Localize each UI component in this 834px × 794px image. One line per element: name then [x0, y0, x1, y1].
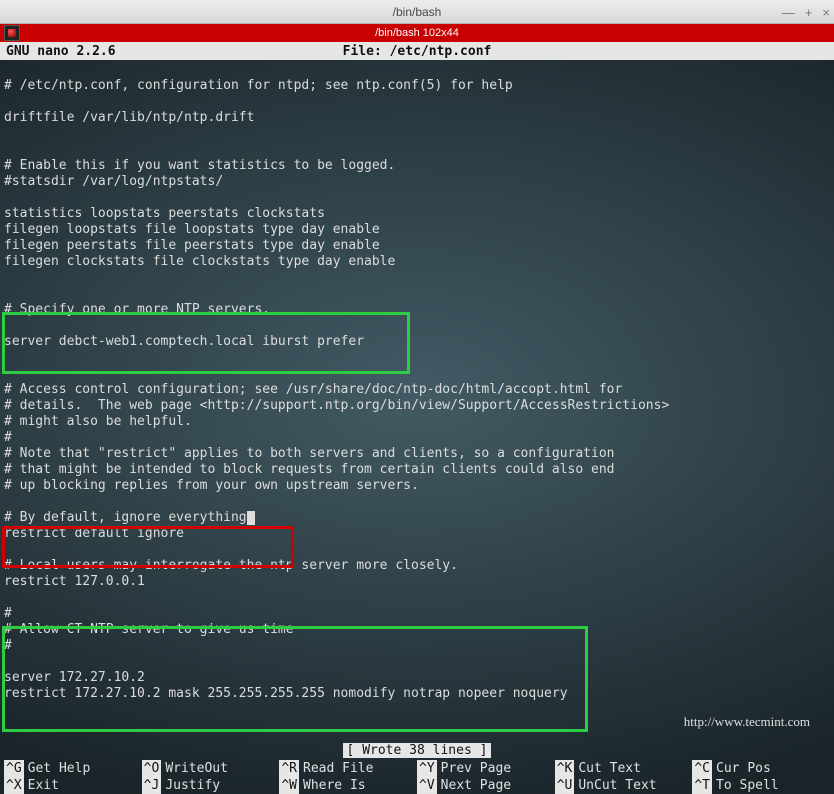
- shortcut-read-file[interactable]: ^R Read File: [279, 760, 417, 777]
- file-line[interactable]: [4, 126, 830, 142]
- shortcut-key: ^J: [142, 777, 162, 794]
- terminal-body[interactable]: # /etc/ntp.conf, configuration for ntpd;…: [0, 60, 834, 794]
- shortcut-key: ^U: [555, 777, 575, 794]
- shortcut-key: ^W: [279, 777, 299, 794]
- shortcut-writeout[interactable]: ^O WriteOut: [142, 760, 280, 777]
- nano-header: GNU nano 2.2.6 File: /etc/ntp.conf: [0, 42, 834, 60]
- file-line[interactable]: # that might be intended to block reques…: [4, 462, 830, 478]
- shortcut-label: Next Page: [441, 777, 511, 794]
- file-line[interactable]: # up blocking replies from your own upst…: [4, 478, 830, 494]
- shortcut-key: ^Y: [417, 760, 437, 777]
- nano-status-bar: [ Wrote 38 lines ]: [0, 743, 834, 758]
- maximize-button[interactable]: +: [805, 5, 813, 20]
- terminal-window: /bin/bash — + × /bin/bash 102x44 GNU nan…: [0, 0, 834, 794]
- shortcut-label: Exit: [28, 777, 59, 794]
- file-line[interactable]: server 172.27.10.2: [4, 670, 830, 686]
- minimize-button[interactable]: —: [782, 5, 795, 20]
- shortcut-cut-text[interactable]: ^K Cut Text: [555, 760, 693, 777]
- shortcut-row-1: ^G Get Help^O WriteOut^R Read File^Y Pre…: [4, 760, 830, 777]
- file-line[interactable]: # By default, ignore everything: [4, 510, 830, 526]
- file-line[interactable]: #: [4, 606, 830, 622]
- file-line[interactable]: # Local users may interrogate the ntp se…: [4, 558, 830, 574]
- file-line[interactable]: [4, 62, 830, 78]
- shortcut-key: ^T: [692, 777, 712, 794]
- shortcut-uncut-text[interactable]: ^U UnCut Text: [555, 777, 693, 794]
- file-line[interactable]: # details. The web page <http://support.…: [4, 398, 830, 414]
- shortcut-where-is[interactable]: ^W Where Is: [279, 777, 417, 794]
- shortcut-exit[interactable]: ^X Exit: [4, 777, 142, 794]
- shortcut-key: ^V: [417, 777, 437, 794]
- file-line[interactable]: filegen peerstats file peerstats type da…: [4, 238, 830, 254]
- nano-file-label: File: /etc/ntp.conf: [343, 44, 492, 59]
- shortcut-key: ^O: [142, 760, 162, 777]
- shortcut-row-2: ^X Exit^J Justify^W Where Is^V Next Page…: [4, 777, 830, 794]
- file-line[interactable]: server debct-web1.comptech.local iburst …: [4, 334, 830, 350]
- shortcut-label: To Spell: [716, 777, 779, 794]
- file-line[interactable]: restrict default ignore: [4, 526, 830, 542]
- file-line[interactable]: [4, 542, 830, 558]
- file-line[interactable]: [4, 286, 830, 302]
- shortcut-label: WriteOut: [165, 760, 228, 777]
- file-line[interactable]: [4, 494, 830, 510]
- file-line[interactable]: [4, 366, 830, 382]
- shortcut-label: Where Is: [303, 777, 366, 794]
- terminal-icon: [4, 25, 20, 41]
- file-line[interactable]: # Specify one or more NTP servers.: [4, 302, 830, 318]
- close-button[interactable]: ×: [822, 5, 830, 20]
- shortcut-label: Justify: [165, 777, 220, 794]
- file-line[interactable]: [4, 142, 830, 158]
- file-line[interactable]: # Note that "restrict" applies to both s…: [4, 446, 830, 462]
- file-line[interactable]: [4, 350, 830, 366]
- file-line[interactable]: #: [4, 430, 830, 446]
- file-line[interactable]: [4, 654, 830, 670]
- file-line[interactable]: [4, 190, 830, 206]
- file-line[interactable]: # Access control configuration; see /usr…: [4, 382, 830, 398]
- file-line[interactable]: restrict 172.27.10.2 mask 255.255.255.25…: [4, 686, 830, 702]
- file-line[interactable]: [4, 318, 830, 334]
- file-line[interactable]: restrict 127.0.0.1: [4, 574, 830, 590]
- watermark-tecmint: http://www.tecmint.com: [684, 714, 810, 730]
- shortcut-label: Get Help: [28, 760, 91, 777]
- file-line[interactable]: filegen loopstats file loopstats type da…: [4, 222, 830, 238]
- file-line[interactable]: [4, 270, 830, 286]
- shortcut-key: ^K: [555, 760, 575, 777]
- shortcut-get-help[interactable]: ^G Get Help: [4, 760, 142, 777]
- editor-content[interactable]: # /etc/ntp.conf, configuration for ntpd;…: [0, 60, 834, 704]
- file-line[interactable]: filegen clockstats file clockstats type …: [4, 254, 830, 270]
- shortcut-label: UnCut Text: [578, 777, 656, 794]
- shortcut-next-page[interactable]: ^V Next Page: [417, 777, 555, 794]
- shortcut-label: Cut Text: [578, 760, 641, 777]
- shortcut-label: Prev Page: [441, 760, 511, 777]
- file-line[interactable]: # might also be helpful.: [4, 414, 830, 430]
- nano-shortcut-bar: ^G Get Help^O WriteOut^R Read File^Y Pre…: [0, 760, 834, 794]
- file-line[interactable]: [4, 94, 830, 110]
- shortcut-justify[interactable]: ^J Justify: [142, 777, 280, 794]
- nano-version: GNU nano 2.2.6: [6, 44, 116, 59]
- file-line[interactable]: # /etc/ntp.conf, configuration for ntpd;…: [4, 78, 830, 94]
- nano-status-text: [ Wrote 38 lines ]: [343, 743, 492, 758]
- shortcut-prev-page[interactable]: ^Y Prev Page: [417, 760, 555, 777]
- shortcut-label: Read File: [303, 760, 373, 777]
- tab-title[interactable]: /bin/bash 102x44: [375, 27, 459, 39]
- shortcut-to-spell[interactable]: ^T To Spell: [692, 777, 830, 794]
- shortcut-label: Cur Pos: [716, 760, 771, 777]
- file-line[interactable]: #statsdir /var/log/ntpstats/: [4, 174, 830, 190]
- shortcut-cur-pos[interactable]: ^C Cur Pos: [692, 760, 830, 777]
- file-line[interactable]: # Enable this if you want statistics to …: [4, 158, 830, 174]
- file-line[interactable]: [4, 590, 830, 606]
- text-cursor: [247, 511, 255, 525]
- window-title: /bin/bash: [393, 5, 442, 19]
- window-titlebar[interactable]: /bin/bash — + ×: [0, 0, 834, 24]
- window-controls: — + ×: [782, 0, 830, 24]
- file-line[interactable]: driftfile /var/lib/ntp/ntp.drift: [4, 110, 830, 126]
- file-line[interactable]: # Allow CT NTP server to give us time: [4, 622, 830, 638]
- shortcut-key: ^R: [279, 760, 299, 777]
- file-line[interactable]: #: [4, 638, 830, 654]
- shortcut-key: ^G: [4, 760, 24, 777]
- shortcut-key: ^X: [4, 777, 24, 794]
- file-line[interactable]: statistics loopstats peerstats clockstat…: [4, 206, 830, 222]
- shortcut-key: ^C: [692, 760, 712, 777]
- tab-bar: /bin/bash 102x44: [0, 24, 834, 42]
